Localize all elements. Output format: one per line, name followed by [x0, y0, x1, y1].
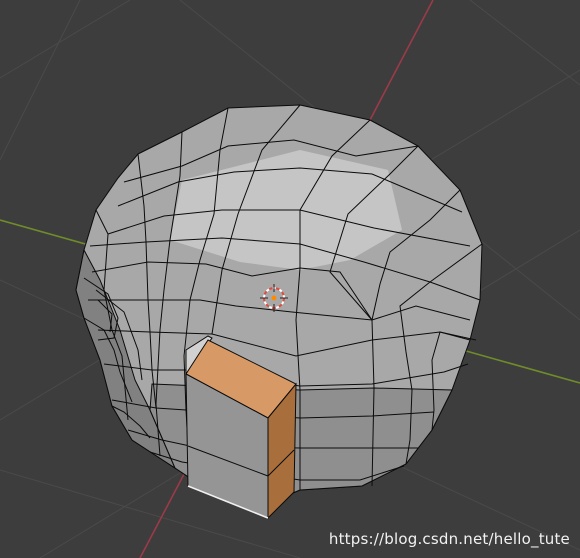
- viewport-scene[interactable]: [0, 0, 580, 558]
- watermark-text: https://blog.csdn.net/hello_tute: [328, 530, 570, 548]
- 3d-viewport[interactable]: https://blog.csdn.net/hello_tute: [0, 0, 580, 558]
- head-mesh[interactable]: [75, 104, 483, 520]
